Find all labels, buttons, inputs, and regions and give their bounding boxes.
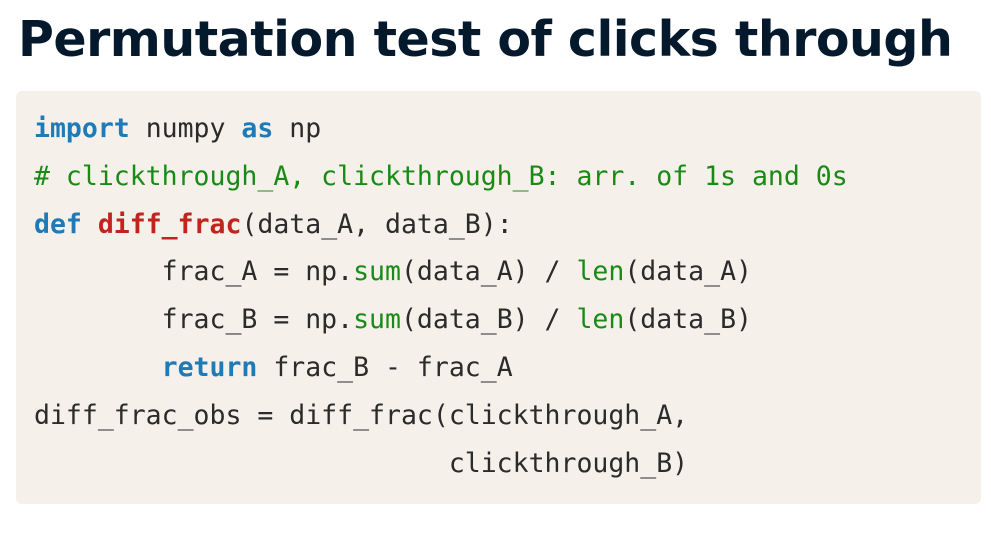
builtin-sum: sum [353,304,401,336]
code-text: (data_A) [624,256,752,288]
code-line-frac-b: frac_B = np.sum(data_B) / len(data_B) [34,296,981,344]
code-text: (data_B) / [400,304,577,336]
code-text: (data_B) [624,304,752,336]
code-line-continuation: clickthrough_B) [34,440,981,488]
function-name: diff_frac [97,208,242,240]
code-line-def: def diff_frac(data_A, data_B): [34,201,981,249]
code-text: (data_A) / [400,256,577,288]
builtin-len: len [576,304,625,336]
code-text: (data_A, data_B): [241,208,513,240]
code-text: frac_B - frac_A [257,351,513,383]
code-line-frac-a: frac_A = np.sum(data_A) / len(data_A) [34,248,981,296]
builtin-sum: sum [353,256,401,288]
code-text: frac_A = np. [161,256,354,288]
code-line-comment: # clickthrough_A, clickthrough_B: arr. o… [34,153,981,201]
code-comment: # clickthrough_A, clickthrough_B: arr. o… [34,160,848,192]
keyword-import: import [34,113,130,144]
code-text: frac_B = np. [161,304,354,336]
code-line-diff-frac-obs: diff_frac_obs = diff_frac(clickthrough_A… [34,392,981,440]
code-line-import: import numpy as np [34,105,981,153]
builtin-len: len [576,256,625,288]
code-block: import numpy as np # clickthrough_A, cli… [16,91,981,504]
code-text: np [273,113,322,144]
code-line-return: return frac_B - frac_A [34,344,981,392]
keyword-return: return [161,351,258,383]
keyword-as: as [241,113,274,144]
slide-title: Permutation test of clicks through [18,11,953,68]
keyword-def: def [34,208,82,240]
code-text: clickthrough_B) [34,447,689,479]
code-text: diff_frac_obs = diff_frac(clickthrough_A… [34,399,689,431]
code-text: numpy [129,113,242,144]
